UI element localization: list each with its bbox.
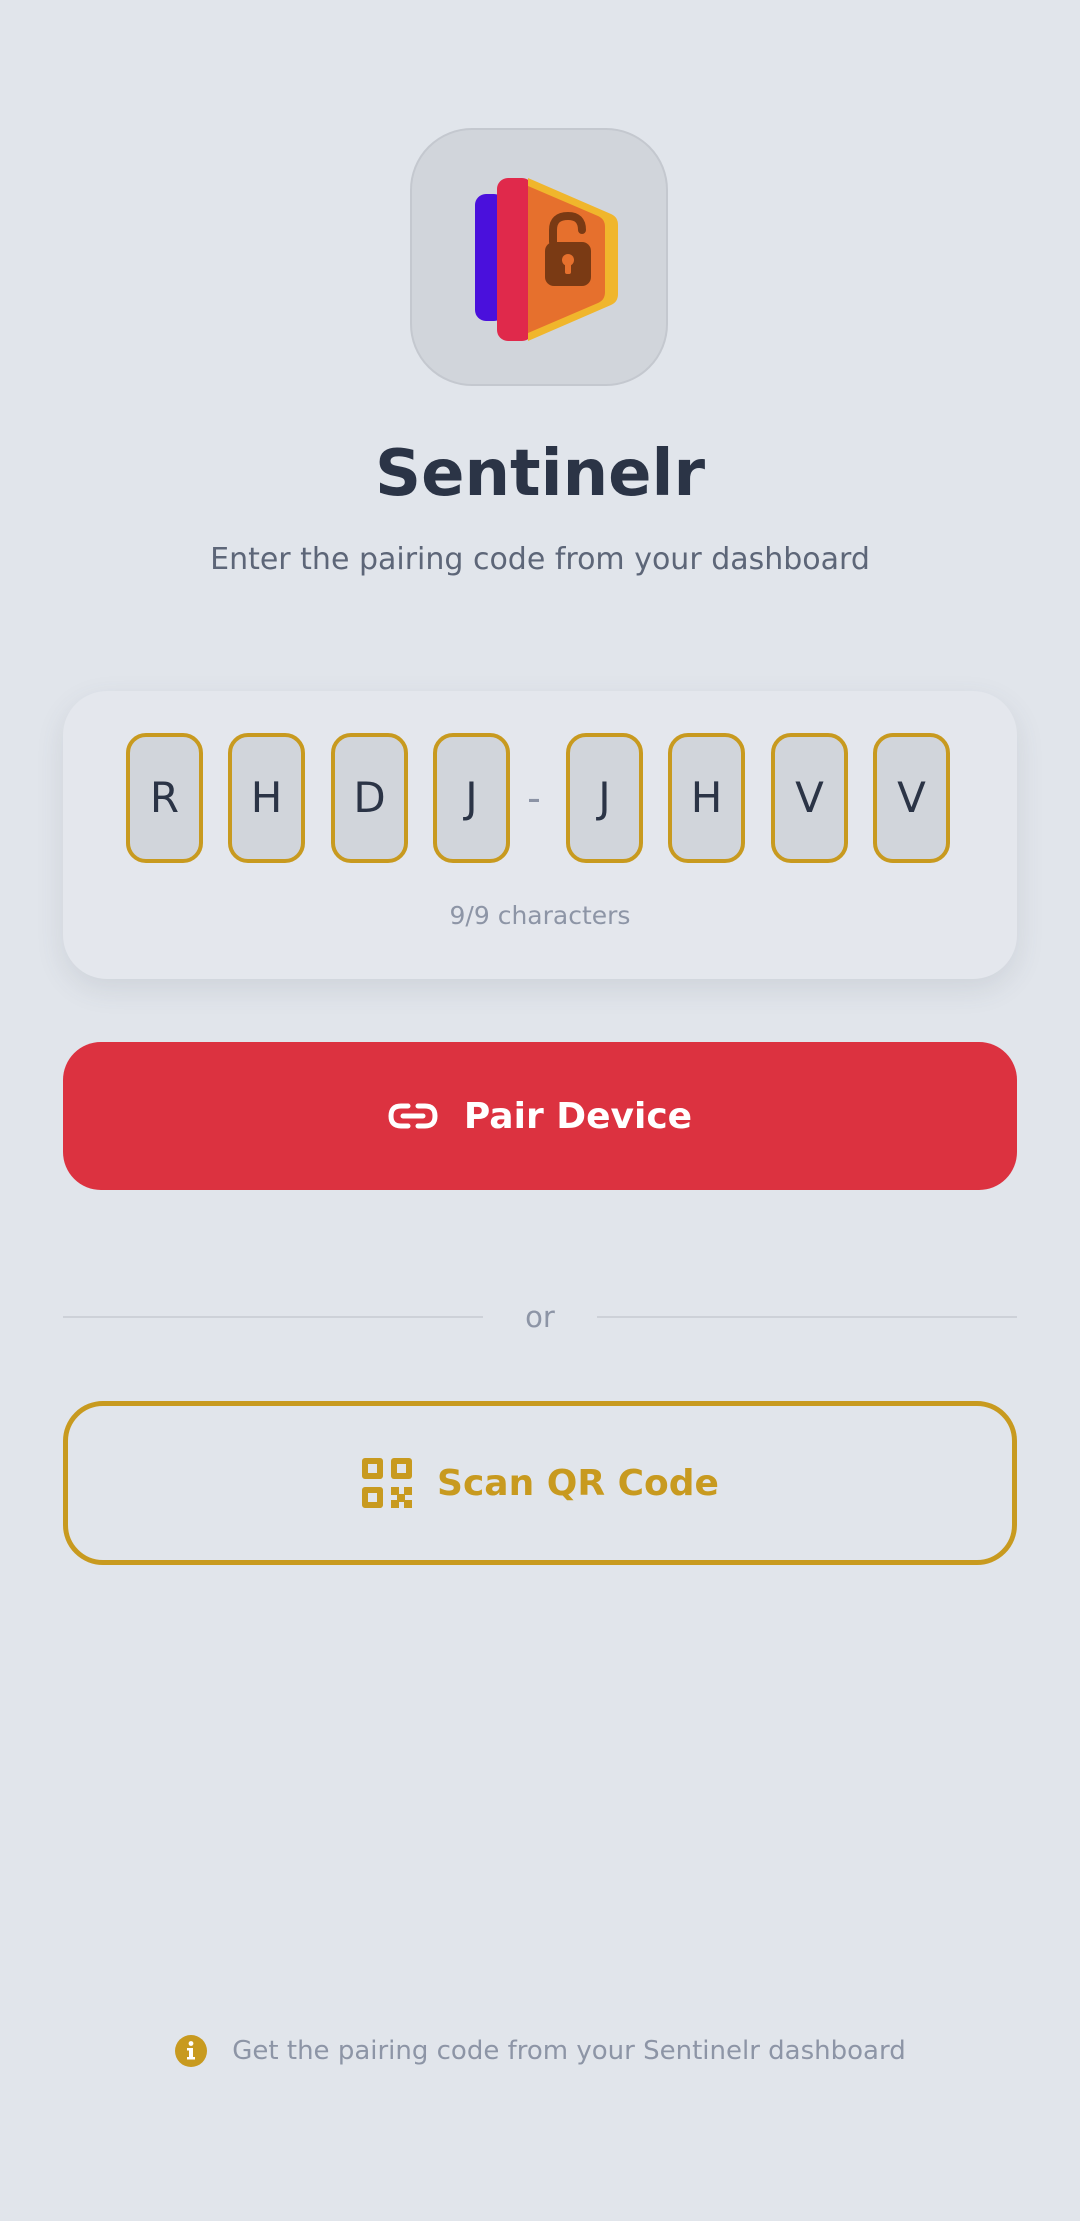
info-icon <box>175 2035 208 2067</box>
divider-line-left <box>63 1316 483 1318</box>
scan-qr-button[interactable]: Scan QR Code <box>63 1401 1017 1565</box>
page-subtitle: Enter the pairing code from your dashboa… <box>210 542 870 577</box>
character-count: 9/9 characters <box>449 901 631 930</box>
footer-hint: Get the pairing code from your Sentinelr… <box>0 2034 1080 2068</box>
code-input-5[interactable]: J <box>566 733 643 863</box>
code-input-2[interactable]: H <box>228 733 305 863</box>
code-separator: - <box>527 776 541 820</box>
code-input-6[interactable]: H <box>668 733 745 863</box>
divider-or: or <box>525 1300 555 1334</box>
scan-qr-label: Scan QR Code <box>437 1462 719 1504</box>
pair-device-label: Pair Device <box>463 1095 693 1137</box>
app-logo <box>410 128 668 386</box>
code-input-7[interactable]: V <box>771 733 848 863</box>
pairing-code-card: R H D J - J H V V 9/9 characters <box>63 691 1017 979</box>
qr-code-icon <box>362 1458 413 1508</box>
code-input-4[interactable]: J <box>433 733 510 863</box>
pair-device-button[interactable]: Pair Device <box>63 1042 1017 1190</box>
divider-line-right <box>597 1316 1017 1318</box>
link-icon <box>388 1103 438 1129</box>
app-title: Sentinelr <box>374 437 706 511</box>
footer-hint-text: Get the pairing code from your Sentinelr… <box>232 2036 906 2066</box>
code-input-1[interactable]: R <box>126 733 203 863</box>
code-input-8[interactable]: V <box>873 733 950 863</box>
lock-cards-logo-icon <box>475 178 618 341</box>
code-input-3[interactable]: D <box>331 733 408 863</box>
